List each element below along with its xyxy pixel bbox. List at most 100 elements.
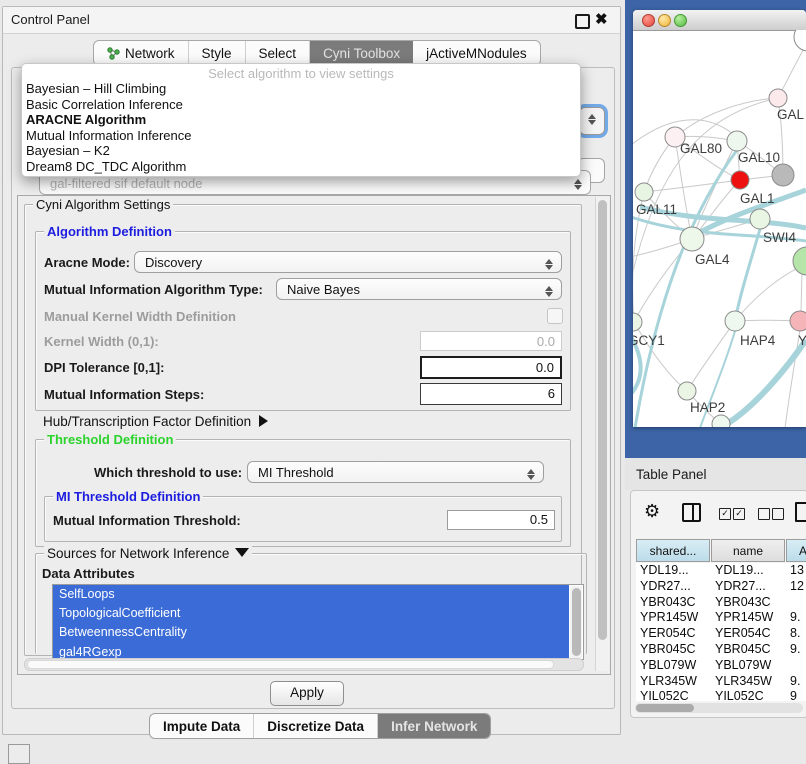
algorithm-option[interactable]: Mutual Information Inference	[22, 128, 580, 144]
tab-cyni-toolbox[interactable]: Cyni Toolbox	[310, 41, 413, 65]
network-node-gal10[interactable]	[727, 131, 747, 151]
float-panel-icon[interactable]	[575, 14, 590, 29]
table-cell: YPR145W	[715, 610, 787, 624]
algorithm-option[interactable]: Bayesian – K2	[22, 143, 580, 159]
network-node-gcy1[interactable]	[633, 313, 642, 331]
sources-title-label: Sources for Network Inference	[47, 546, 229, 561]
settings-hscrollbar[interactable]	[24, 658, 584, 671]
tab-label: jActiveMNodules	[426, 46, 527, 61]
table-row[interactable]: YIL052CYIL052C9	[636, 689, 806, 701]
tab-style[interactable]: Style	[189, 41, 246, 65]
network-node-hap2[interactable]	[678, 382, 696, 400]
split-columns-icon[interactable]	[682, 503, 701, 522]
tab-label: Network	[125, 46, 175, 61]
column-header-partial[interactable]: A	[786, 539, 806, 562]
deselect-checks-icon[interactable]	[758, 505, 786, 523]
data-attribute-item[interactable]: SelfLoops	[53, 585, 569, 604]
table-panel-title: Table Panel	[636, 467, 707, 482]
network-node-gal1[interactable]	[731, 171, 749, 189]
settings-scrollbar[interactable]	[595, 197, 609, 671]
column-header-name[interactable]: name	[711, 539, 785, 562]
network-canvas[interactable]: GALGAL80GAL10GAL1GAL11SWI4GAL4GCY1HAP4YH…	[633, 30, 806, 427]
table-cell: 13	[790, 563, 806, 577]
network-node-swi4[interactable]	[750, 209, 770, 229]
algorithm-option[interactable]: ARACNE Algorithm	[22, 112, 580, 128]
network-icon	[107, 47, 120, 60]
table-row[interactable]: YBR045CYBR045C9.	[636, 642, 806, 658]
control-panel-titlebar: Control Panel ✖	[3, 7, 620, 34]
kernel-width-field[interactable]: 0.0	[420, 331, 562, 351]
network-edge[interactable]	[801, 270, 802, 312]
tab-impute-data[interactable]: Impute Data	[150, 714, 254, 738]
table-cell: YLR345W	[715, 674, 787, 688]
network-node-gal4[interactable]	[680, 227, 704, 251]
hub-definition-label: Hub/Transcription Factor Definition	[43, 414, 251, 429]
table-row[interactable]: YER054CYER054C8.	[636, 626, 806, 642]
select-all-checks-icon[interactable]: ✓✓	[719, 505, 747, 523]
hub-definition-expander[interactable]: Hub/Transcription Factor Definition	[43, 414, 268, 429]
minimize-traffic-light-icon[interactable]	[658, 14, 671, 27]
data-attribute-item[interactable]: BetweennessCentrality	[53, 623, 569, 642]
inference-algorithm-combobox[interactable]	[579, 107, 605, 135]
data-attribute-item[interactable]: TopologicalCoefficient	[53, 604, 569, 623]
table-row[interactable]: YPR145WYPR145W9.	[636, 610, 806, 626]
table-cell: 12	[790, 579, 806, 593]
cyni-algorithm-settings-group: Cyni Algorithm Settings Algorithm Defini…	[24, 204, 582, 656]
combo-arrows-icon	[574, 177, 583, 192]
tab-network[interactable]: Network	[94, 41, 189, 65]
table-row[interactable]: YDR27...YDR27...12	[636, 579, 806, 595]
aracne-mode-combobox[interactable]: Discovery	[134, 251, 562, 273]
node-label: GAL11	[636, 202, 677, 217]
combo-arrows-icon	[545, 257, 554, 272]
network-window-titlebar[interactable]	[633, 10, 806, 31]
gear-icon[interactable]: ⚙	[644, 502, 660, 522]
tab-discretize-data[interactable]: Discretize Data	[254, 714, 378, 738]
table-row[interactable]: YBR043CYBR043C	[636, 595, 806, 611]
network-node-gal11[interactable]	[635, 183, 653, 201]
mi-type-combobox[interactable]: Naive Bayes	[276, 278, 562, 300]
algorithm-option[interactable]: Basic Correlation Inference	[22, 97, 580, 113]
table-row[interactable]: YBL079WYBL079W	[636, 658, 806, 674]
table-panel: ⚙ ✓✓ shared... name A YDL19...YDL19...13…	[630, 490, 806, 718]
dpi-tolerance-field[interactable]: 0.0	[420, 356, 562, 379]
column-header-shared[interactable]: shared...	[636, 539, 710, 562]
tab-infer-network[interactable]: Infer Network	[378, 714, 490, 738]
table-cell: YLR345W	[640, 674, 712, 688]
cyni-settings-scrollpane: Cyni Algorithm Settings Algorithm Defini…	[17, 195, 611, 675]
mi-threshold-field[interactable]: 0.5	[447, 510, 555, 530]
network-node[interactable]	[712, 415, 730, 427]
network-node-y[interactable]	[790, 311, 806, 331]
apply-button[interactable]: Apply	[270, 681, 344, 706]
document-icon[interactable]	[795, 502, 806, 522]
sources-group: Sources for Network Inference Data Attri…	[35, 553, 587, 654]
attributes-scrollbar[interactable]	[570, 586, 582, 658]
table-row[interactable]: YLR345WYLR345W9.	[636, 674, 806, 690]
network-node[interactable]	[794, 30, 806, 51]
network-window[interactable]: GALGAL80GAL10GAL1GAL11SWI4GAL4GCY1HAP4YH…	[633, 10, 806, 427]
tab-jactivemnodules[interactable]: jActiveMNodules	[413, 41, 540, 65]
control-panel-title: Control Panel	[11, 12, 90, 27]
node-label: SWI4	[763, 230, 796, 245]
minimized-panel-icon[interactable]	[8, 744, 30, 764]
sources-title[interactable]: Sources for Network Inference	[44, 546, 252, 561]
manual-kernel-checkbox[interactable]	[547, 308, 563, 324]
close-traffic-light-icon[interactable]	[642, 14, 655, 27]
network-edge[interactable]	[644, 180, 740, 192]
network-panel-background: GALGAL80GAL10GAL1GAL11SWI4GAL4GCY1HAP4YH…	[625, 0, 806, 458]
zoom-traffic-light-icon[interactable]	[674, 14, 687, 27]
table-row[interactable]: YDL19...YDL19...13	[636, 563, 806, 579]
algorithm-option[interactable]: Bayesian – Hill Climbing	[22, 81, 580, 97]
network-node-gal[interactable]	[769, 89, 787, 107]
node-label: GAL1	[740, 191, 775, 206]
network-node[interactable]	[772, 164, 794, 186]
which-threshold-combobox[interactable]: MI Threshold	[247, 461, 544, 483]
close-icon[interactable]: ✖	[595, 10, 608, 28]
network-node[interactable]	[793, 247, 806, 275]
network-node-hap4[interactable]	[725, 311, 745, 331]
mi-steps-field[interactable]: 6	[420, 383, 562, 405]
data-attributes-list[interactable]: SelfLoopsTopologicalCoefficientBetweenne…	[52, 584, 584, 660]
algorithm-option[interactable]: Dream8 DC_TDC Algorithm	[22, 159, 580, 175]
table-hscrollbar[interactable]	[635, 703, 803, 713]
table-cell: YIL052C	[715, 689, 787, 701]
tab-select[interactable]: Select	[246, 41, 311, 65]
